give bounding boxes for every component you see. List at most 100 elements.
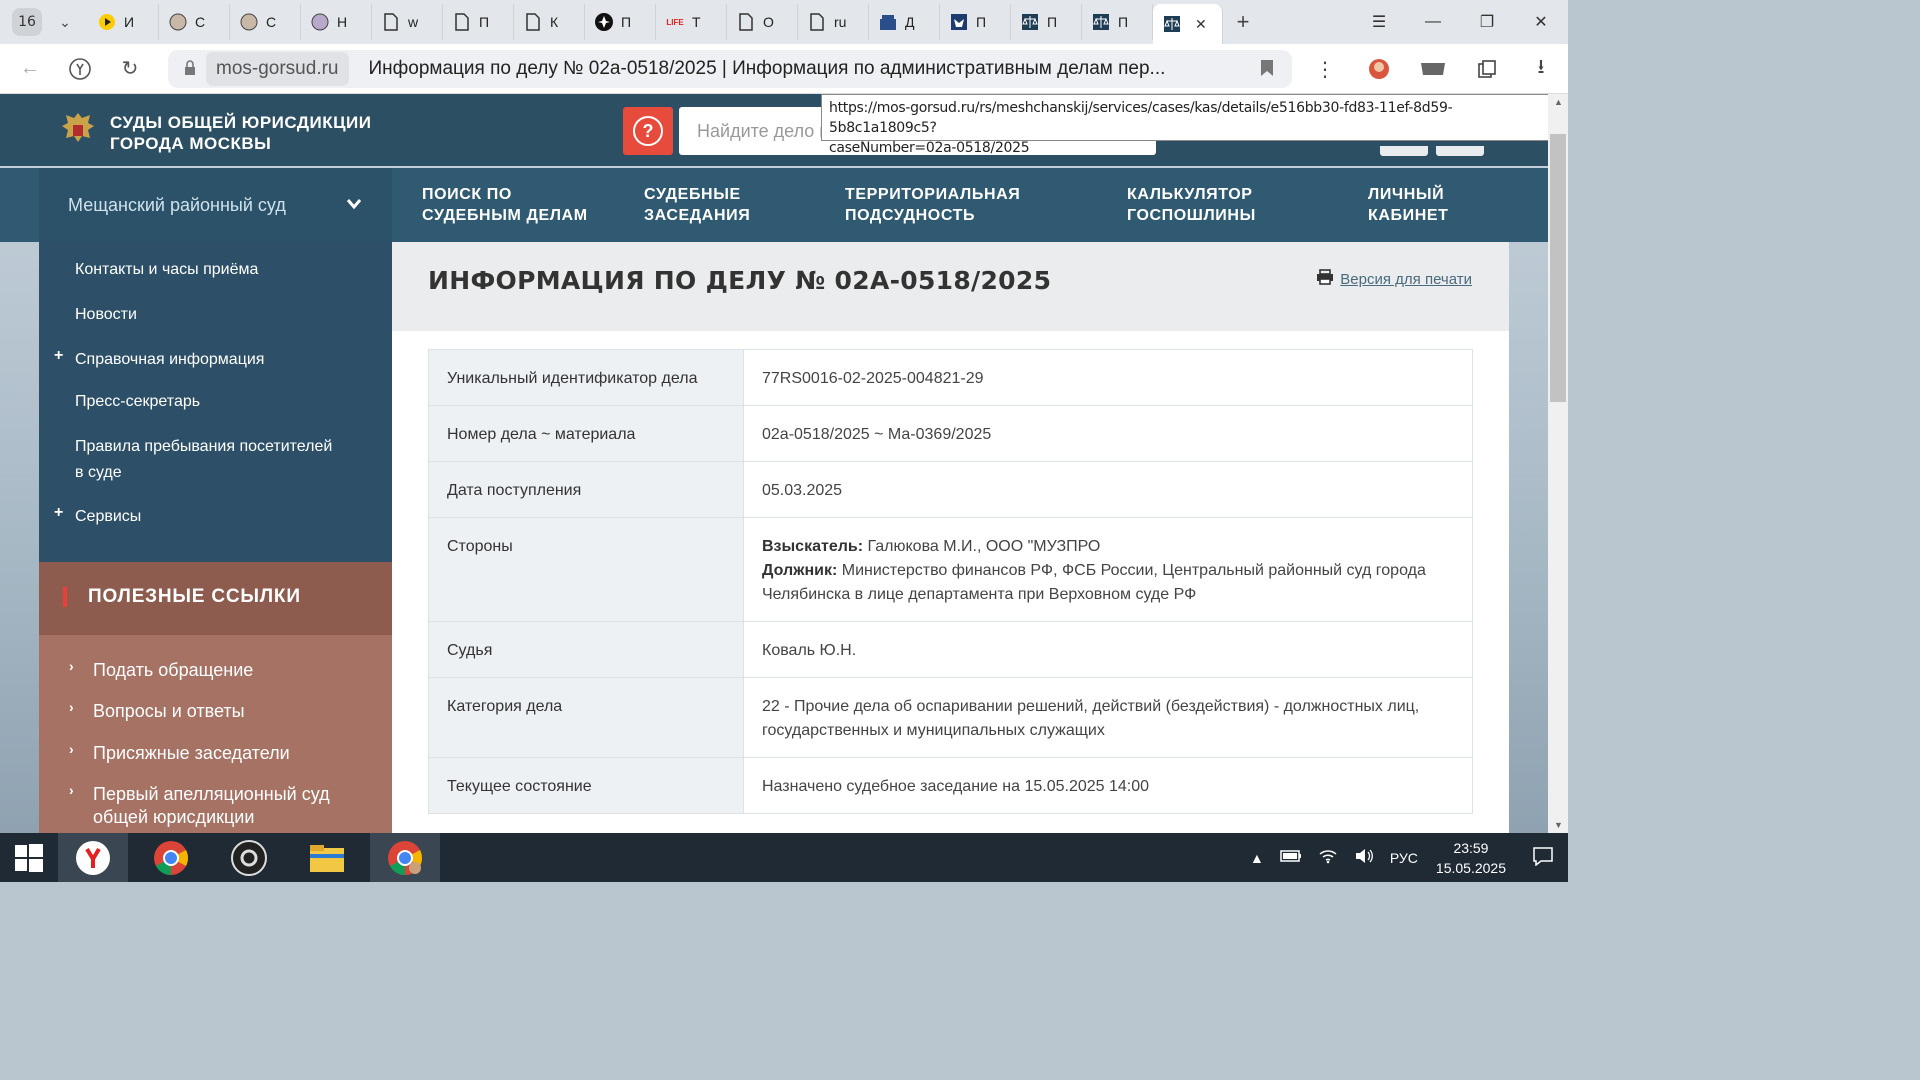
omnibox[interactable]: mos-gorsud.ru Информация по делу № 02а-0… xyxy=(168,50,1292,88)
clock[interactable]: 23:59 15.05.2025 xyxy=(1436,838,1506,878)
useful-links-list: › Подать обращение › Вопросы и ответы › … xyxy=(39,635,392,833)
collections-icon[interactable] xyxy=(1460,59,1514,79)
court-selector[interactable]: Мещанский районный суд xyxy=(39,168,392,242)
plus-icon[interactable]: + xyxy=(54,504,63,522)
plus-icon[interactable]: + xyxy=(54,347,63,365)
browser-tab[interactable]: ru xyxy=(798,4,869,40)
print-version-link[interactable]: Версия для печати xyxy=(1316,269,1472,289)
notifications-icon[interactable] xyxy=(1532,846,1554,869)
browser-tab[interactable]: П xyxy=(443,4,514,40)
browser-tab[interactable]: LIFE Т xyxy=(656,4,727,40)
browser-tab[interactable]: П xyxy=(585,4,656,40)
coat-of-arms-icon[interactable] xyxy=(58,110,98,150)
case-header: ИНФОРМАЦИЯ ПО ДЕЛУ № 02А-0518/2025 Верси… xyxy=(392,242,1509,331)
extension-avatar-icon[interactable] xyxy=(1352,57,1406,81)
sidebar-item-reference[interactable]: Справочная информация xyxy=(75,347,264,373)
sidebar-item-news[interactable]: Новости xyxy=(75,302,137,328)
bookmark-icon[interactable] xyxy=(1260,59,1274,82)
scroll-up-icon[interactable]: ▲ xyxy=(1554,97,1563,107)
browser-tab-active[interactable]: ✕ xyxy=(1153,4,1223,44)
nav-jurisdiction[interactable]: ТЕРРИТОРИАЛЬНАЯ ПОДСУДНОСТЬ xyxy=(845,184,1020,226)
row-value: Назначено судебное заседание на 15.05.20… xyxy=(743,757,1473,814)
yandex-icon[interactable] xyxy=(60,49,100,89)
nav-court-sessions[interactable]: СУДЕБНЫЕ ЗАСЕДАНИЯ xyxy=(644,184,750,226)
useful-link-appeal[interactable]: Подать обращение xyxy=(93,659,253,682)
maximize-icon[interactable]: ❐ xyxy=(1460,0,1514,44)
browser-tab[interactable]: Н xyxy=(301,4,372,40)
row-key: Уникальный идентификатор дела xyxy=(428,349,744,406)
row-value: 22 - Прочие дела об оспаривании решений,… xyxy=(743,677,1473,758)
scrollbar-thumb[interactable] xyxy=(1550,134,1566,402)
volume-icon[interactable] xyxy=(1354,848,1374,867)
sidebar: Контакты и часы приёма Новости + Справоч… xyxy=(39,242,392,562)
yandex-browser-icon[interactable] xyxy=(58,833,128,882)
back-arrow-icon[interactable]: ← xyxy=(10,49,50,89)
help-button[interactable]: ? xyxy=(623,107,673,155)
address-bar: ← ↻ mos-gorsud.ru Информация по делу № 0… xyxy=(0,44,1568,94)
printer-icon xyxy=(1316,269,1334,289)
chevron-right-icon: › xyxy=(69,741,74,757)
browser-tab[interactable]: С xyxy=(230,4,301,40)
sidebar-item-services[interactable]: Сервисы xyxy=(75,504,141,530)
windows-start-icon[interactable] xyxy=(0,833,58,882)
browser-tab[interactable]: О xyxy=(727,4,798,40)
browser-tab[interactable]: w xyxy=(372,4,443,40)
sidebar-item-press[interactable]: Пресс-секретарь xyxy=(75,389,200,415)
nav-personal-account[interactable]: ЛИЧНЫЙ КАБИНЕТ xyxy=(1368,184,1449,226)
accent-bar xyxy=(63,587,67,607)
sidebar-item-contacts[interactable]: Контакты и часы приёма xyxy=(75,257,258,283)
document-icon xyxy=(737,13,755,31)
chevron-up-icon[interactable]: ▲ xyxy=(1250,850,1264,866)
browser-tab[interactable]: Д xyxy=(869,4,940,40)
browser-tab[interactable]: С xyxy=(159,4,230,40)
sidebar-item-rules[interactable]: Правила пребывания посетителей в суде xyxy=(75,434,332,486)
browser-tab[interactable]: И xyxy=(88,4,159,40)
input-language[interactable]: РУС xyxy=(1390,850,1418,866)
nav-fee-calculator[interactable]: КАЛЬКУЛЯТОР ГОСПОШЛИНЫ xyxy=(1127,184,1256,226)
useful-link-faq[interactable]: Вопросы и ответы xyxy=(93,700,245,723)
row-value: Коваль Ю.Н. xyxy=(743,621,1473,678)
clock-time: 23:59 xyxy=(1453,839,1489,856)
close-window-icon[interactable]: ✕ xyxy=(1514,0,1568,44)
chevron-down-icon[interactable]: ⌄ xyxy=(50,7,80,37)
browser-tab[interactable]: К xyxy=(514,4,585,40)
menu-icon[interactable]: ☰ xyxy=(1352,0,1406,44)
browser-tab[interactable]: П xyxy=(1011,4,1082,40)
download-icon[interactable]: ⭳ xyxy=(1514,52,1568,86)
useful-link-appeal-court[interactable]: Первый апелляционный суд общей юрисдикци… xyxy=(93,783,330,829)
obs-icon[interactable] xyxy=(214,833,284,882)
scroll-down-icon[interactable]: ▼ xyxy=(1554,820,1563,830)
table-row: Текущее состояние Назначено судебное зас… xyxy=(428,757,1473,814)
site-logo-text[interactable]: СУДЫ ОБЩЕЙ ЮРИСДИКЦИИ ГОРОДА МОСКВЫ xyxy=(110,112,372,154)
main-navigation: Мещанский районный суд ПОИСК ПО СУДЕБНЫМ … xyxy=(0,168,1548,242)
page-scrollbar[interactable]: ▲ ▼ xyxy=(1548,94,1568,833)
chrome-icon[interactable] xyxy=(136,833,206,882)
close-icon[interactable]: ✕ xyxy=(1195,16,1207,33)
more-vertical-icon[interactable]: ⋮ xyxy=(1298,57,1352,82)
row-value: 05.03.2025 xyxy=(743,461,1473,518)
battery-icon[interactable] xyxy=(1280,849,1302,866)
table-row: Уникальный идентификатор дела 77RS0016-0… xyxy=(428,349,1473,406)
minimize-icon[interactable]: — xyxy=(1406,0,1460,44)
useful-link-jurors[interactable]: Присяжные заседатели xyxy=(93,742,290,765)
useful-links-title: ПОЛЕЗНЫЕ ССЫЛКИ xyxy=(88,586,301,607)
nav-case-search[interactable]: ПОИСК ПО СУДЕБНЫМ ДЕЛАМ xyxy=(422,184,588,226)
chrome-profile-icon[interactable] xyxy=(370,833,440,882)
extension-icon[interactable] xyxy=(1406,60,1460,78)
tab-counter[interactable]: 16 xyxy=(12,8,42,36)
page-title-in-omnibox[interactable]: Информация по делу № 02а-0518/2025 | Инф… xyxy=(369,58,1199,80)
claimant-label: Взыскатель: xyxy=(762,538,864,555)
print-version-label: Версия для печати xyxy=(1340,270,1472,288)
browser-tab-bar: 16 ⌄ И С С Н w П К П LIFE Т О ru Д П П П … xyxy=(0,0,1568,44)
wifi-icon[interactable] xyxy=(1318,848,1338,867)
claimant-value: Галюкова М.И., ООО "МУЗПРО xyxy=(863,538,1101,555)
lock-icon[interactable] xyxy=(176,59,204,79)
row-key: Судья xyxy=(428,621,744,678)
reload-icon[interactable]: ↻ xyxy=(110,49,150,89)
browser-tab[interactable]: П xyxy=(940,4,1011,40)
url-tooltip-line-1: https://mos-gorsud.ru/rs/meshchanskij/se… xyxy=(829,100,1453,136)
new-tab-icon[interactable]: + xyxy=(1229,8,1257,36)
browser-tab[interactable]: П xyxy=(1082,4,1153,40)
domain-pill[interactable]: mos-gorsud.ru xyxy=(206,52,349,86)
file-explorer-icon[interactable] xyxy=(292,833,362,882)
